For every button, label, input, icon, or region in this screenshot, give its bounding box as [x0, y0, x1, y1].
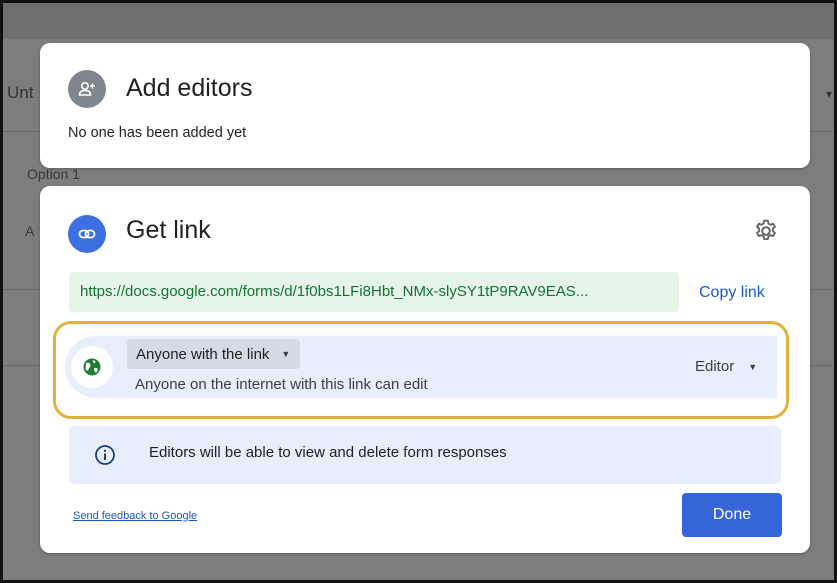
background-option-text: Option 1: [27, 166, 80, 182]
screen-frame: Unt ▾ Option 1 A Add editors No one has …: [0, 0, 837, 583]
link-audience-label: Anyone with the link: [136, 345, 270, 363]
add-editors-subtitle: No one has been added yet: [68, 125, 247, 141]
add-editors-title: Add editors: [126, 74, 253, 102]
link-audience-dropdown[interactable]: Anyone with the link ▼: [127, 339, 301, 369]
info-icon: [95, 445, 115, 465]
background-toolbar: [3, 3, 834, 39]
link-access-row: Anyone with the link ▼ Anyone on the int…: [65, 336, 777, 398]
background-field-text: Unt: [7, 83, 34, 102]
caret-down-icon: ▼: [748, 361, 758, 372]
background-chevron-icon: ▾: [825, 87, 832, 101]
send-feedback-link[interactable]: Send feedback to Google: [73, 510, 197, 522]
add-person-icon: [68, 70, 106, 108]
done-button[interactable]: Done: [682, 493, 782, 537]
info-text: Editors will be able to view and delete …: [149, 444, 507, 461]
copy-link-button[interactable]: Copy link: [699, 284, 765, 302]
caret-down-icon: ▼: [281, 349, 291, 359]
add-editors-card: Add editors No one has been added yet: [40, 43, 810, 168]
link-access-description: Anyone on the internet with this link ca…: [135, 376, 428, 393]
background-letter: A: [25, 223, 35, 239]
info-banner: Editors will be able to view and delete …: [69, 426, 781, 484]
get-link-card: Get link https://docs.google.com/forms/d…: [40, 186, 810, 553]
share-url-field[interactable]: https://docs.google.com/forms/d/1f0bs1LF…: [69, 272, 679, 312]
gear-icon[interactable]: [753, 218, 779, 244]
role-dropdown[interactable]: Editor ▼: [695, 358, 757, 375]
link-icon: [68, 215, 106, 253]
get-link-title: Get link: [126, 216, 211, 244]
role-label: Editor: [695, 358, 735, 375]
globe-icon: [71, 346, 113, 388]
